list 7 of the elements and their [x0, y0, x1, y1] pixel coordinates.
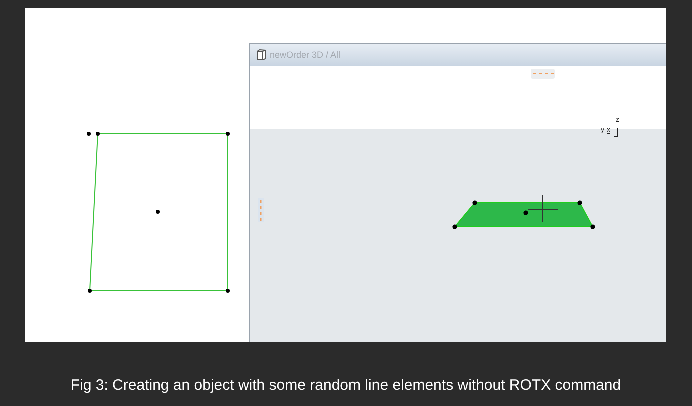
dashes-tab-icon[interactable]: [531, 69, 555, 79]
figure-caption: Fig 3: Creating an object with some random line elements without ROTX command: [70, 377, 622, 394]
window-title: newOrder 3D / All: [270, 50, 341, 60]
axis-icon: [614, 128, 619, 138]
cube-icon: [256, 49, 267, 61]
dashes-handle-icon[interactable]: [258, 198, 264, 222]
3d-viewport[interactable]: [250, 129, 666, 342]
